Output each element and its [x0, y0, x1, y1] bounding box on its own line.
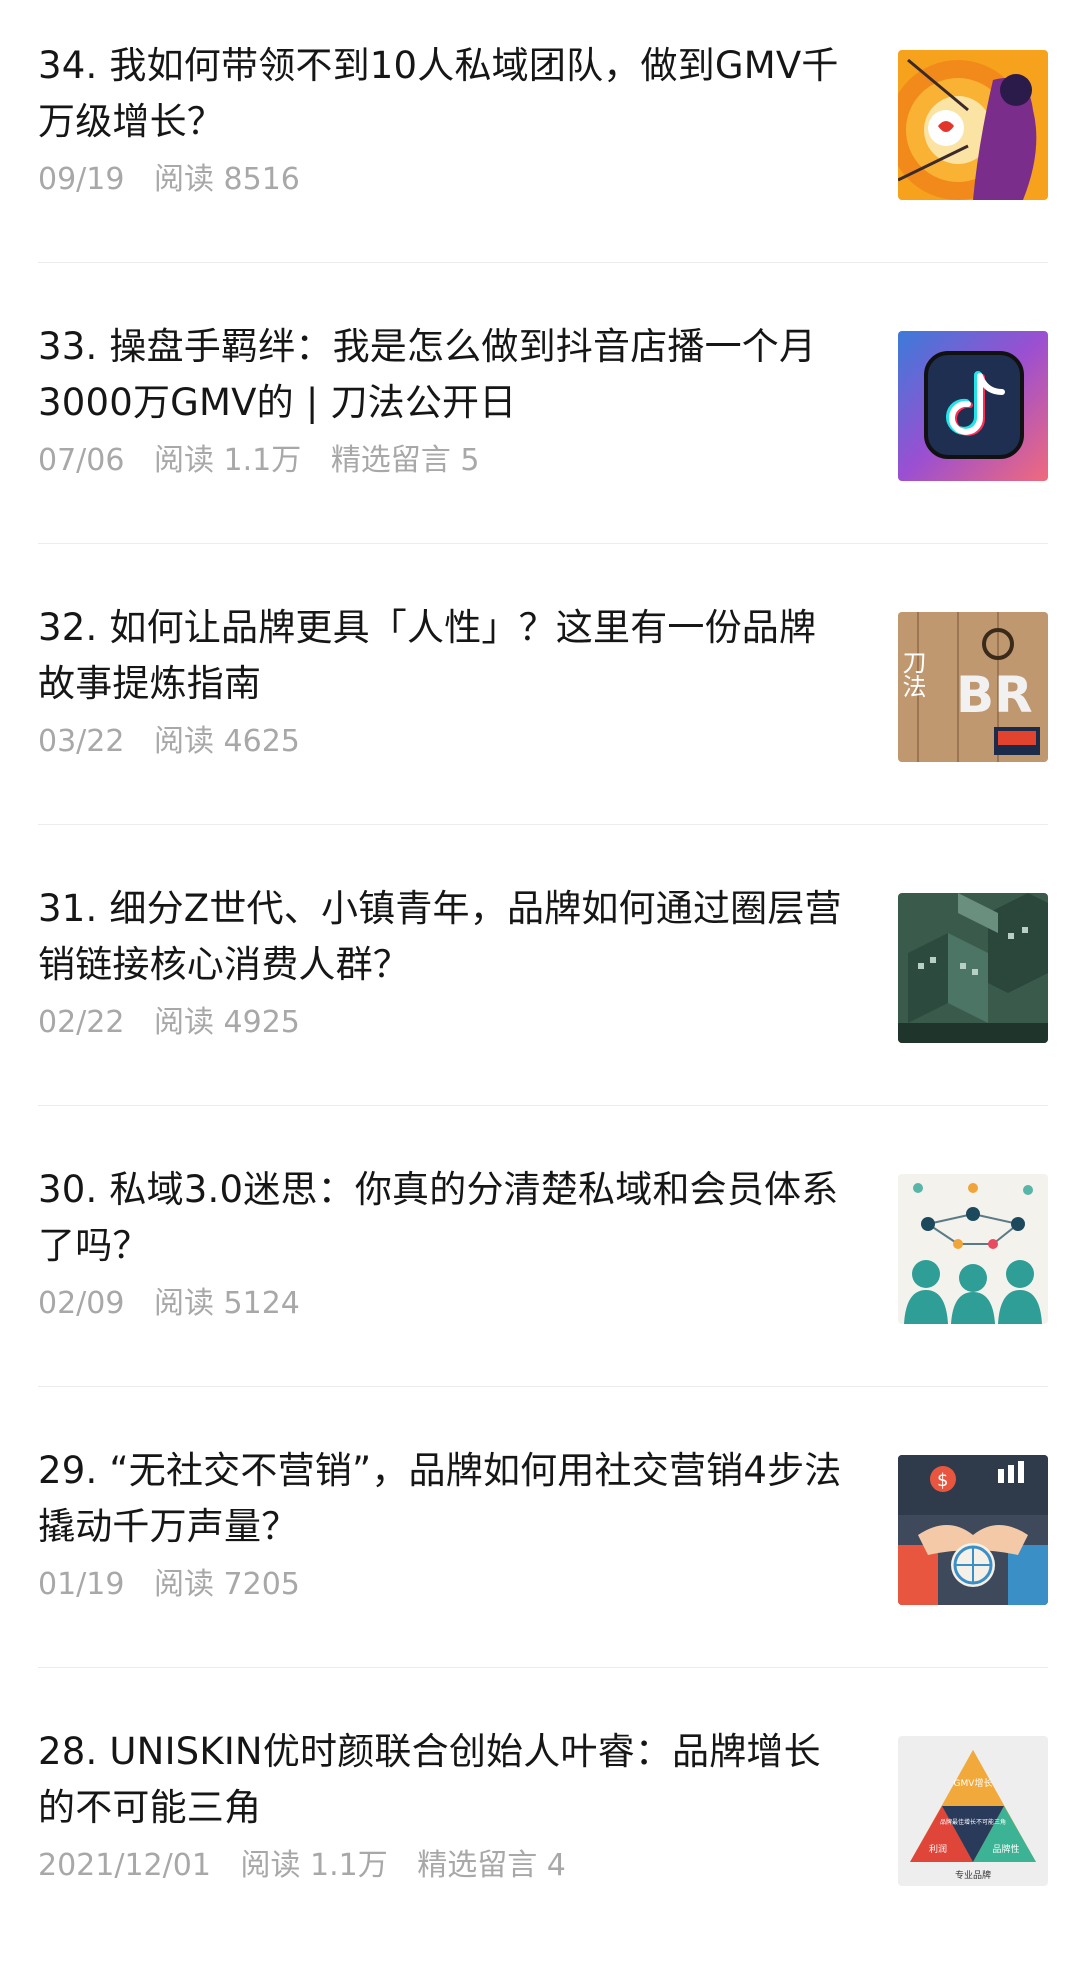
brand-letters-text: 刀法	[898, 650, 926, 698]
article-reads: 阅读 4925	[154, 1005, 300, 1040]
triangle-right-label: 品牌性	[992, 1843, 1019, 1855]
article-reads: 阅读 1.1万	[154, 443, 302, 478]
article-item-33[interactable]: 33. 操盘手羁绊：我是怎么做到抖音店播一个月3000万GMV的 | 刀法公开日…	[0, 281, 1080, 562]
article-item-32[interactable]: 32. 如何让品牌更具「人性」？这里有一份品牌故事提炼指南 03/22 阅读 4…	[0, 562, 1080, 843]
article-comments: 精选留言 5	[330, 443, 480, 478]
triangle-bottom-label: 专业品牌	[955, 1869, 991, 1881]
article-title[interactable]: 29. “无社交不营销”，品牌如何用社交营销4步法撬动千万声量？	[38, 1443, 848, 1555]
divider	[38, 1105, 1048, 1106]
divider	[38, 1667, 1048, 1668]
article-reads: 阅读 7205	[154, 1567, 300, 1602]
article-meta: 07/06 阅读 1.1万 精选留言 5	[38, 441, 499, 481]
article-meta: 2021/12/01 阅读 1.1万 精选留言 4	[38, 1846, 586, 1886]
divider	[38, 1386, 1048, 1387]
article-date: 02/09	[38, 1286, 125, 1321]
article-item-31[interactable]: 31. 细分Z世代、小镇青年，品牌如何通过圈层营销链接核心消费人群？ 02/22…	[0, 843, 1080, 1124]
article-item-30[interactable]: 30. 私域3.0迷思：你真的分清楚私域和会员体系了吗？ 02/09 阅读 51…	[0, 1124, 1080, 1405]
article-date: 09/19	[38, 162, 125, 197]
target-illustration-icon[interactable]	[898, 50, 1048, 200]
article-date: 02/22	[38, 1005, 125, 1040]
article-title[interactable]: 28. UNISKIN优时颜联合创始人叶睿：品牌增长的不可能三角	[38, 1724, 848, 1836]
article-comments: 精选留言 4	[417, 1848, 566, 1883]
article-reads: 阅读 5124	[154, 1286, 300, 1321]
article-title[interactable]: 33. 操盘手羁绊：我是怎么做到抖音店播一个月3000万GMV的 | 刀法公开日	[38, 319, 848, 431]
handshake-globe-icon[interactable]: $	[898, 1455, 1048, 1605]
article-reads: 阅读 8516	[154, 162, 300, 197]
article-date: 01/19	[38, 1567, 125, 1602]
article-meta: 01/19 阅读 7205	[38, 1565, 320, 1605]
article-reads: 阅读 1.1万	[240, 1848, 388, 1883]
article-title[interactable]: 32. 如何让品牌更具「人性」？这里有一份品牌故事提炼指南	[38, 600, 848, 712]
article-reads: 阅读 4625	[154, 724, 300, 759]
brand-caption-text: BR	[956, 666, 1033, 724]
isometric-city-icon[interactable]	[898, 893, 1048, 1043]
article-date: 07/06	[38, 443, 125, 478]
article-meta: 02/22 阅读 4925	[38, 1003, 320, 1043]
article-date: 2021/12/01	[38, 1848, 211, 1883]
article-meta: 03/22 阅读 4625	[38, 722, 320, 762]
article-item-29[interactable]: 29. “无社交不营销”，品牌如何用社交营销4步法撬动千万声量？ 01/19 阅…	[0, 1405, 1080, 1686]
article-meta: 02/09 阅读 5124	[38, 1284, 320, 1324]
article-list: 34. 我如何带领不到10人私域团队，做到GMV千万级增长？ 09/19 阅读 …	[0, 0, 1080, 1925]
divider	[38, 824, 1048, 825]
article-title[interactable]: 34. 我如何带领不到10人私域团队，做到GMV千万级增长？	[38, 38, 848, 150]
svg-text:$: $	[937, 1470, 948, 1491]
triangle-left-label: 利润	[929, 1843, 947, 1855]
article-date: 03/22	[38, 724, 125, 759]
tiktok-logo-icon[interactable]	[898, 331, 1048, 481]
triangle-diagram-icon[interactable]: GMV增长 品牌最佳增长不可能三角 利润 品牌性 专业品牌	[898, 1736, 1048, 1886]
network-people-icon[interactable]	[898, 1174, 1048, 1324]
divider	[38, 543, 1048, 544]
brand-letters-icon[interactable]: 刀法 BR	[898, 612, 1048, 762]
article-meta: 09/19 阅读 8516	[38, 160, 320, 200]
article-item-34[interactable]: 34. 我如何带领不到10人私域团队，做到GMV千万级增长？ 09/19 阅读 …	[0, 0, 1080, 281]
divider	[38, 262, 1048, 263]
triangle-center-label: 品牌最佳增长不可能三角	[940, 1818, 1006, 1826]
triangle-top-label: GMV增长	[954, 1777, 993, 1789]
article-title[interactable]: 30. 私域3.0迷思：你真的分清楚私域和会员体系了吗？	[38, 1162, 848, 1274]
article-title[interactable]: 31. 细分Z世代、小镇青年，品牌如何通过圈层营销链接核心消费人群？	[38, 881, 848, 993]
